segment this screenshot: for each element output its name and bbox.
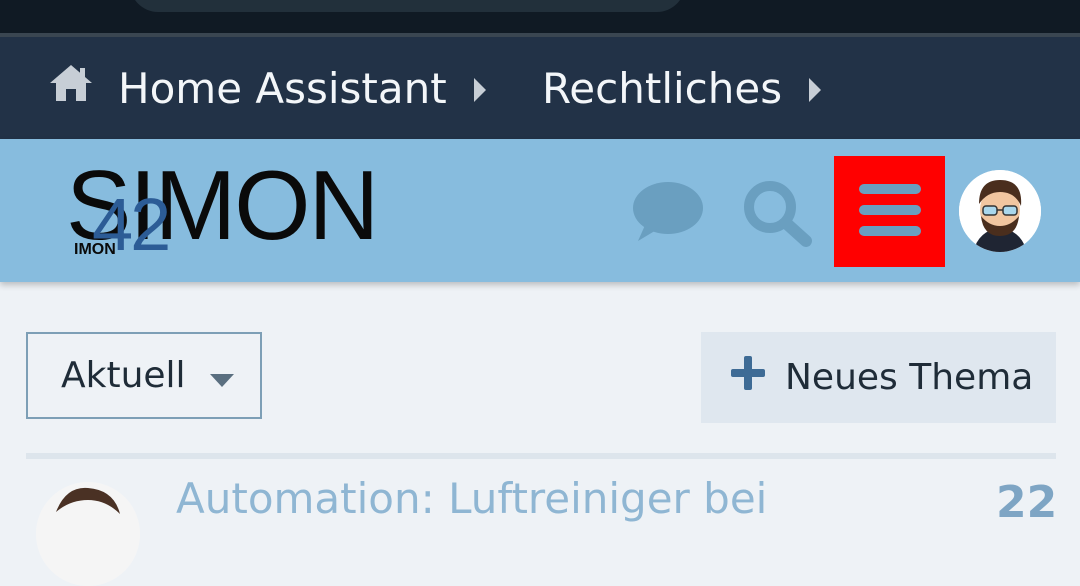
search-icon[interactable]: [742, 179, 814, 251]
new-topic-button[interactable]: Neues Thema: [701, 332, 1056, 423]
breadcrumb-item-home-assistant[interactable]: Home Assistant: [48, 37, 511, 139]
list-divider: [26, 453, 1056, 459]
status-area: [0, 0, 1080, 35]
breadcrumb: Home Assistant Rechtliches: [0, 37, 1080, 139]
menu-icon: [858, 183, 921, 241]
breadcrumb-label: Rechtliches: [542, 63, 783, 113]
chat-icon[interactable]: [632, 181, 704, 247]
status-notch: [130, 0, 685, 12]
topic-author-avatar[interactable]: [36, 482, 140, 586]
chevron-right-icon: [808, 64, 822, 113]
main-content: Aktuell Neues Thema Automation: Luftrein…: [0, 282, 1080, 586]
user-avatar[interactable]: [959, 170, 1041, 252]
site-header: SIMON 42 IMON: [0, 139, 1080, 282]
chevron-right-icon: [473, 64, 511, 113]
filter-label: Aktuell: [61, 355, 186, 396]
plus-icon: [731, 356, 785, 399]
breadcrumb-label: Home Assistant: [118, 63, 447, 113]
site-logo[interactable]: SIMON 42 IMON: [66, 153, 396, 273]
menu-button[interactable]: [834, 156, 945, 267]
filter-dropdown[interactable]: Aktuell: [26, 332, 262, 419]
breadcrumb-item-rechtliches[interactable]: Rechtliches: [542, 37, 822, 139]
logo-small-text: IMON: [74, 241, 116, 258]
topic-title-link[interactable]: Automation: Luftreiniger bei: [176, 474, 767, 524]
new-topic-label: Neues Thema: [785, 357, 1034, 398]
topic-reply-count: 22: [996, 477, 1058, 528]
home-icon: [48, 63, 118, 113]
caret-down-icon: [209, 355, 234, 396]
